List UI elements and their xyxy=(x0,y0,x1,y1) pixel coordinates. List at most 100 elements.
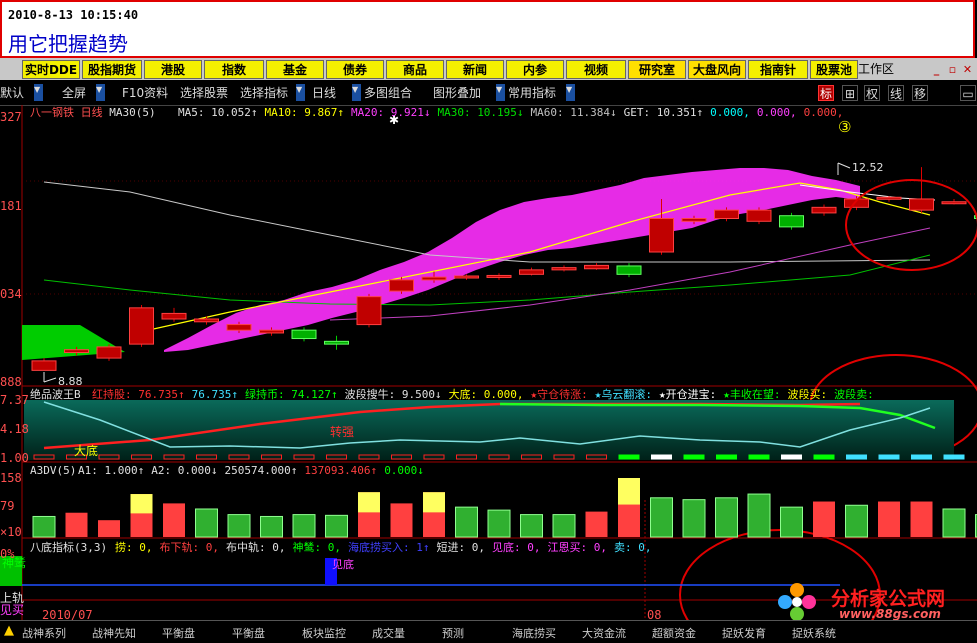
y-tick: 1.00 xyxy=(0,452,29,465)
dropdown-arrow-icon[interactable] xyxy=(566,84,575,101)
nav-item-8[interactable]: 内参 xyxy=(506,60,564,79)
low-price-label: 8.88 xyxy=(58,375,83,388)
signal-box xyxy=(782,455,802,459)
indicator-value: 绿持币: 74.127↑ xyxy=(245,388,338,401)
default-menu[interactable]: 默认 xyxy=(0,85,24,101)
indicator-value: 250574.000↑ xyxy=(224,464,297,477)
headline-box: 2010-8-13 10:15:40 用它把握趋势 xyxy=(0,0,975,58)
candle-body xyxy=(390,280,414,291)
common-indicator-button[interactable]: 常用指标 xyxy=(508,85,556,101)
candle-body xyxy=(780,216,804,227)
volume-bar xyxy=(66,513,88,537)
volume-bar xyxy=(943,509,965,537)
signal-box xyxy=(652,455,672,459)
indicator-value: 海底捞买入: 1↑ xyxy=(348,541,430,554)
dropdown-arrow-icon[interactable] xyxy=(296,84,305,101)
nav-item-0[interactable]: 实时DDE xyxy=(22,60,80,79)
nav-item-9[interactable]: 视频 xyxy=(566,60,626,79)
signal-box xyxy=(749,455,769,459)
toolbar-icon-5[interactable]: ▭ xyxy=(960,85,976,101)
candle-body xyxy=(650,219,674,253)
volume-bar xyxy=(781,507,803,537)
toolbar-icon-1[interactable]: ⊞ xyxy=(842,85,858,101)
indicator-value: 卖: 0, xyxy=(614,541,652,554)
volume-bar xyxy=(293,515,315,537)
bottom-marker-label: 见底 xyxy=(332,556,354,572)
status-item[interactable]: 大资金流 xyxy=(582,625,626,641)
toolbar-icon-2[interactable]: 权 xyxy=(864,85,880,101)
volume-bar xyxy=(326,515,348,537)
daily-period-button[interactable]: 日线 xyxy=(312,85,336,101)
nav-item-3[interactable]: 指数 xyxy=(204,60,264,79)
minimize-icon[interactable]: _ xyxy=(930,63,943,76)
nav-item-7[interactable]: 新闻 xyxy=(446,60,504,79)
status-item[interactable]: 预测 xyxy=(442,625,464,641)
y-tick: ×10 xyxy=(0,526,22,539)
volume-bar xyxy=(163,503,185,537)
y-tick: 4.18 xyxy=(0,423,29,436)
volume-bar xyxy=(228,515,250,537)
signal-box xyxy=(847,455,867,459)
toolbar-icon-4[interactable]: 移 xyxy=(912,85,928,101)
volume-bar xyxy=(878,502,900,537)
status-item[interactable]: 板块监控 xyxy=(302,625,346,641)
indicator-value: A2: 0.000↓ xyxy=(151,464,217,477)
volume-bar xyxy=(553,515,575,537)
indicator-value: 短进: 0, xyxy=(437,541,486,554)
status-item[interactable]: 战神先知 xyxy=(92,625,136,641)
select-stock-button[interactable]: 选择股票 xyxy=(180,85,228,101)
signal-box xyxy=(619,455,639,459)
select-indicator-button[interactable]: 选择指标 xyxy=(240,85,288,101)
candle-body xyxy=(747,210,771,221)
signal-box xyxy=(814,455,834,459)
status-item[interactable]: 平衡盘 xyxy=(232,625,265,641)
restore-icon[interactable]: ▫ xyxy=(946,63,959,76)
warning-icon: ▲ xyxy=(4,623,14,638)
overlay-button[interactable]: 图形叠加 xyxy=(433,85,481,101)
dropdown-arrow-icon[interactable] xyxy=(34,84,43,101)
status-item[interactable]: 平衡盘 xyxy=(162,625,195,641)
dropdown-arrow-icon[interactable] xyxy=(352,84,361,101)
dropdown-arrow-icon[interactable] xyxy=(496,84,505,101)
status-item[interactable]: 捉妖系统 xyxy=(792,625,836,641)
y-tick: 034 xyxy=(0,288,22,301)
workarea-label[interactable]: 工作区 xyxy=(858,59,894,79)
pane4-indicator-line: 捞: 0,布下轨: 0,布中轨: 0,神鸶: 0,海底捞买入: 1↑短进: 0,… xyxy=(115,541,659,555)
nav-item-11[interactable]: 大盘风向 xyxy=(688,60,746,79)
status-item[interactable]: 海底捞买 xyxy=(512,625,556,641)
toolbar-icon-0[interactable]: 标 xyxy=(818,85,834,101)
nav-item-13[interactable]: 股票池 xyxy=(810,60,858,79)
indicator-value: 布下轨: 0, xyxy=(160,541,220,554)
trend-band-magenta xyxy=(164,168,860,352)
high-price-label: 12.52 xyxy=(852,161,884,174)
indicator-value: GET: 10.351↑ xyxy=(624,106,703,119)
nav-item-4[interactable]: 基金 xyxy=(266,60,324,79)
fullscreen-button[interactable]: 全屏 xyxy=(62,85,86,101)
close-icon[interactable]: ✕ xyxy=(961,63,974,76)
signal-box xyxy=(912,455,932,459)
indicator-value: MA10: 9.867↑ xyxy=(264,106,343,119)
nav-item-10[interactable]: 研究室 xyxy=(628,60,686,79)
nav-item-12[interactable]: 指南针 xyxy=(748,60,808,79)
status-item[interactable]: 超额资金 xyxy=(652,625,696,641)
status-item[interactable]: 成交量 xyxy=(372,625,405,641)
volume-bar xyxy=(521,515,543,537)
signal-box xyxy=(944,455,964,459)
multi-combo-button[interactable]: 多图组合 xyxy=(364,85,412,101)
nav-item-2[interactable]: 港股 xyxy=(144,60,202,79)
volume-bar xyxy=(488,510,510,537)
status-item[interactable]: 捉妖发育 xyxy=(722,625,766,641)
indicator-value: 137093.406↑ xyxy=(304,464,377,477)
f10-button[interactable]: F10资料 xyxy=(122,85,168,101)
candle-body xyxy=(65,350,89,353)
nav-item-5[interactable]: 债券 xyxy=(326,60,384,79)
candle-body xyxy=(617,266,641,274)
nav-item-1[interactable]: 股指期货 xyxy=(82,60,142,79)
indicator-value: 波段买: xyxy=(788,388,828,401)
dropdown-arrow-icon[interactable] xyxy=(96,84,105,101)
candle-body xyxy=(942,202,966,204)
y-tick: 158 xyxy=(0,472,22,485)
status-item[interactable]: 战神系列 xyxy=(22,625,66,641)
toolbar-icon-3[interactable]: 线 xyxy=(888,85,904,101)
nav-item-6[interactable]: 商品 xyxy=(386,60,444,79)
